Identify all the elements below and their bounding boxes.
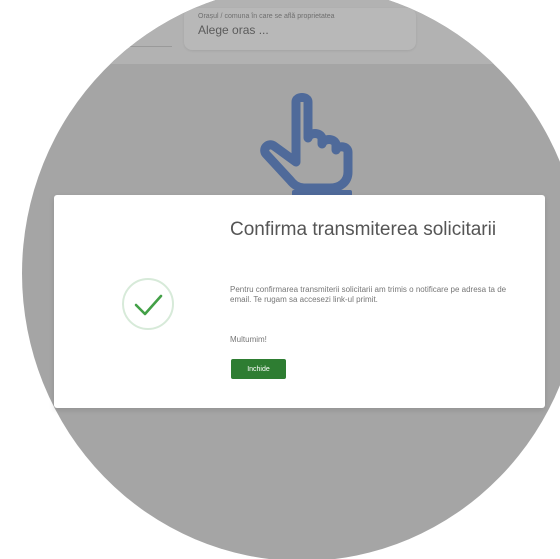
dialog-thanks: Multumim! bbox=[230, 335, 267, 344]
dialog-title: Confirma transmiterea solicitarii bbox=[230, 219, 497, 240]
close-button[interactable]: Inchide bbox=[231, 359, 286, 379]
city-select-value: Alege oras ... bbox=[198, 23, 269, 37]
dialog-message: Pentru confirmarea transmiterii solicita… bbox=[230, 285, 507, 304]
divider bbox=[62, 46, 172, 47]
city-select[interactable]: Orașul / comuna în care se află propriet… bbox=[184, 8, 416, 50]
confirmation-dialog: Confirma transmiterea solicitarii Pentru… bbox=[54, 195, 545, 408]
pointing-hand-icon bbox=[260, 93, 353, 198]
city-select-hint: Orașul / comuna în care se află propriet… bbox=[198, 13, 335, 20]
screen: Orașul / comuna în care se află propriet… bbox=[0, 0, 560, 559]
check-circle-icon bbox=[122, 278, 174, 330]
